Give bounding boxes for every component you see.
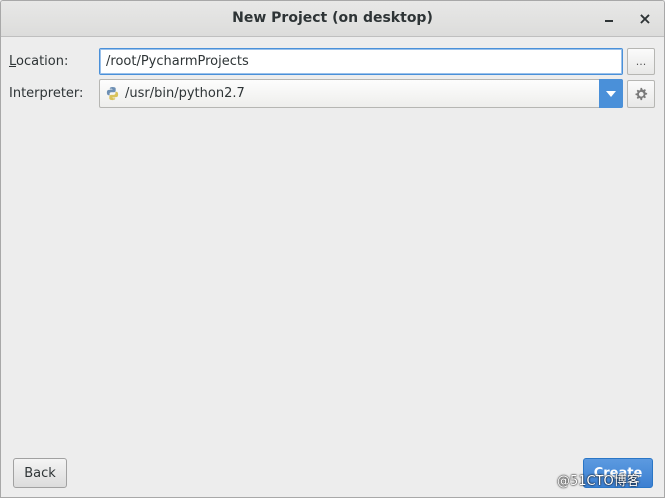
new-project-dialog: New Project (on desktop) × Location: ...… bbox=[0, 0, 665, 498]
location-input[interactable] bbox=[99, 48, 623, 75]
location-label-text: ocation: bbox=[16, 54, 69, 69]
chevron-down-icon bbox=[606, 90, 616, 97]
interpreter-value: /usr/bin/python2.7 bbox=[125, 86, 245, 101]
interpreter-settings-button[interactable] bbox=[627, 80, 655, 108]
location-label-mnemonic: L bbox=[9, 54, 17, 69]
minimize-icon bbox=[605, 20, 613, 22]
interpreter-select[interactable]: /usr/bin/python2.7 bbox=[99, 79, 623, 108]
close-button[interactable]: × bbox=[634, 7, 656, 29]
location-label: Location: bbox=[9, 54, 68, 69]
interpreter-dropdown-button[interactable] bbox=[599, 79, 623, 108]
close-icon: × bbox=[638, 8, 652, 28]
minimize-button[interactable] bbox=[598, 7, 620, 29]
window-title: New Project (on desktop) bbox=[232, 10, 433, 26]
gear-icon bbox=[635, 87, 648, 101]
python-icon bbox=[106, 86, 119, 101]
back-button[interactable]: Back bbox=[13, 458, 67, 488]
browse-button-label: ... bbox=[635, 55, 647, 68]
title-bar: New Project (on desktop) × bbox=[1, 1, 664, 37]
back-button-label: Back bbox=[24, 465, 56, 481]
browse-button[interactable]: ... bbox=[627, 48, 655, 75]
watermark-text: @51CTO博客 bbox=[557, 474, 640, 489]
interpreter-label: Interpreter: bbox=[9, 86, 84, 101]
